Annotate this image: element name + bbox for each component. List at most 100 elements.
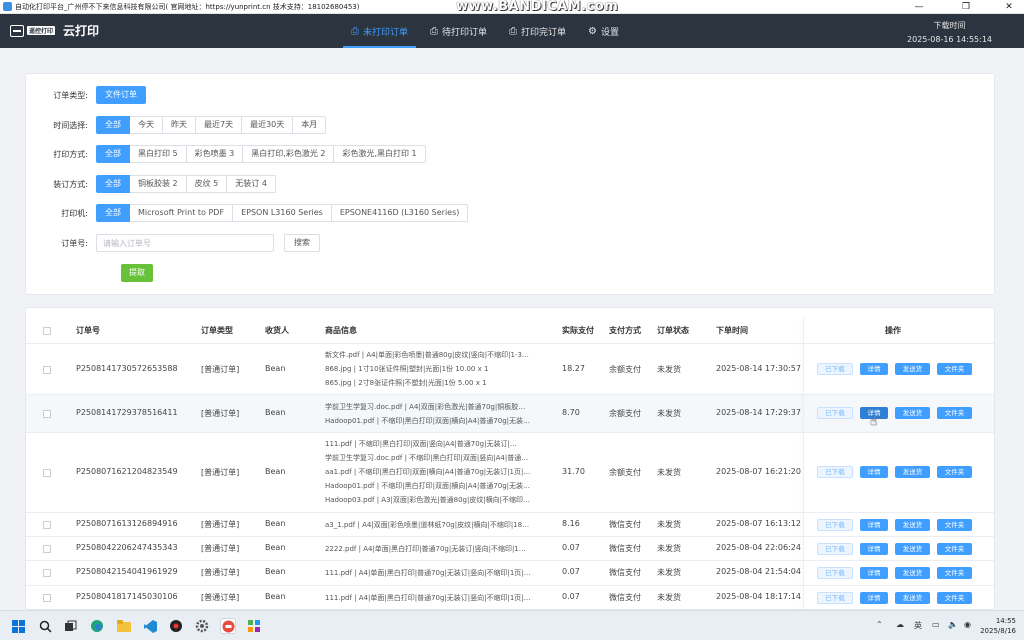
speaker-icon[interactable]: 🔈 (948, 620, 958, 629)
ship-button[interactable]: 发送货 (895, 519, 930, 531)
printer-microsoft-pdf[interactable]: Microsoft Print to PDF (130, 204, 234, 222)
order-type-file-order[interactable]: 文件订单 (96, 86, 146, 104)
ime-indicator[interactable]: 英 (914, 620, 922, 631)
detail-button[interactable]: 详情 (860, 543, 888, 555)
ship-button[interactable]: 发送货 (895, 466, 930, 478)
downloaded-button[interactable]: 已下载 (817, 407, 853, 419)
printer-epsone4116d[interactable]: EPSONE4116D (L3160 Series) (331, 204, 469, 222)
yunprint-app-icon[interactable] (220, 618, 236, 634)
header-actions: 操作 (885, 326, 901, 335)
product-line: 868.jpg | 1寸10张证件照|塑封|光面|1份 10.00 x 1 (325, 365, 489, 373)
battery-icon[interactable]: ▭ (932, 620, 940, 629)
ship-button[interactable]: 发送货 (895, 567, 930, 579)
edge-browser-icon[interactable] (89, 618, 105, 634)
ship-button[interactable]: 发送货 (895, 407, 930, 419)
vscode-icon[interactable] (142, 618, 158, 634)
order-type: [普通订单] (201, 468, 240, 477)
downloaded-button[interactable]: 已下载 (817, 466, 853, 478)
row-checkbox[interactable] (43, 366, 51, 374)
time-option-30days[interactable]: 最近30天 (242, 116, 294, 134)
order-status: 未发货 (657, 544, 681, 553)
detail-button[interactable]: 详情 (860, 519, 888, 531)
binding-none[interactable]: 无装订 4 (227, 175, 276, 193)
order-status: 未发货 (657, 520, 681, 529)
detail-button[interactable]: 详情 (860, 363, 888, 375)
table-row: P2508071613126894916 [普通订单] Bean a3_1.pd… (26, 513, 994, 537)
product-info: 111.pdf | A4|单面|黑白打印|普通70g|无装订|竖向|不缩印|1页… (325, 591, 549, 605)
header-pay-method: 支付方式 (609, 326, 641, 335)
row-checkbox[interactable] (43, 410, 51, 418)
time-option-today[interactable]: 今天 (130, 116, 163, 134)
search-icon[interactable] (37, 618, 53, 634)
tray-chevron-icon[interactable]: ⌃ (876, 620, 883, 629)
extract-button[interactable]: 提取 (121, 264, 153, 282)
row-checkbox[interactable] (43, 545, 51, 553)
taskbar-clock[interactable]: 14:55 2025/8/16 (980, 616, 1016, 636)
time-option-all[interactable]: 全部 (96, 116, 130, 134)
row-actions: 已下载 详情 发送货 文件夹 (817, 543, 979, 555)
clock-date: 2025/8/16 (980, 627, 1016, 635)
bandicam-icon[interactable] (168, 618, 184, 634)
binding-leather[interactable]: 皮纹 5 (186, 175, 228, 193)
row-checkbox[interactable] (43, 594, 51, 602)
downloaded-button[interactable]: 已下载 (817, 363, 853, 375)
order-number-input[interactable] (96, 234, 274, 252)
windows-start-icon[interactable] (10, 618, 26, 634)
minimize-button[interactable]: — (904, 0, 934, 14)
restore-button[interactable]: ❐ (951, 0, 981, 14)
tab-printed-orders[interactable]: ⎙ 打印完订单 (501, 14, 574, 48)
binding-all[interactable]: 全部 (96, 175, 130, 193)
file-explorer-icon[interactable] (116, 618, 132, 634)
detail-button[interactable]: 详情 (860, 567, 888, 579)
app-icon[interactable] (246, 618, 262, 634)
printer-epson-l3160[interactable]: EPSON L3160 Series (233, 204, 332, 222)
cloud-icon[interactable]: ☁ (896, 620, 904, 629)
ship-button[interactable]: 发送货 (895, 363, 930, 375)
ship-button[interactable]: 发送货 (895, 592, 930, 604)
tab-label: 未打印订单 (363, 27, 409, 38)
select-all-checkbox[interactable] (43, 327, 51, 335)
order-type: [普通订单] (201, 365, 240, 374)
close-button[interactable]: ✕ (994, 0, 1024, 14)
search-button[interactable]: 搜索 (284, 234, 320, 252)
downloaded-button[interactable]: 已下载 (817, 567, 853, 579)
downloaded-button[interactable]: 已下载 (817, 592, 853, 604)
product-line: Hadoop01.pdf | 不缩印|黑白打印|双面|横向|A4|普通70g|无… (325, 482, 531, 490)
time-option-yesterday[interactable]: 昨天 (163, 116, 196, 134)
detail-button[interactable]: 详情 (860, 466, 888, 478)
row-checkbox[interactable] (43, 469, 51, 477)
tab-settings[interactable]: ⚙ 设置 (580, 14, 627, 48)
settings-icon[interactable] (194, 618, 210, 634)
paid-amount: 18.27 (562, 364, 585, 373)
folder-button[interactable]: 文件夹 (937, 567, 972, 579)
folder-button[interactable]: 文件夹 (937, 466, 972, 478)
downloaded-button[interactable]: 已下载 (817, 519, 853, 531)
time-option-month[interactable]: 本月 (293, 116, 327, 134)
row-checkbox[interactable] (43, 521, 51, 529)
tab-pending-print-orders[interactable]: ⎙ 待打印订单 (422, 14, 495, 48)
task-view-icon[interactable] (62, 618, 78, 634)
folder-button[interactable]: 文件夹 (937, 592, 972, 604)
folder-button[interactable]: 文件夹 (937, 363, 972, 375)
binding-copper-glue[interactable]: 铜板胶装 2 (130, 175, 187, 193)
print-mode-bw[interactable]: 黑白打印 5 (130, 145, 187, 163)
print-mode-color-laser-bw[interactable]: 彩色激光,黑白打印 1 (334, 145, 426, 163)
network-icon[interactable]: ◉ (964, 620, 971, 629)
download-time: 下载时间 2025-08-16 14:55:14 (907, 19, 992, 47)
folder-button[interactable]: 文件夹 (937, 543, 972, 555)
folder-button[interactable]: 文件夹 (937, 519, 972, 531)
print-mode-color-inkjet[interactable]: 彩色喷墨 3 (186, 145, 244, 163)
print-mode-all[interactable]: 全部 (96, 145, 130, 163)
tab-unprinted-orders[interactable]: ⎙ 未打印订单 (343, 14, 417, 48)
detail-button[interactable]: 详情 (860, 592, 888, 604)
ship-button[interactable]: 发送货 (895, 543, 930, 555)
header-order-no: 订单号 (76, 326, 100, 335)
paid-amount: 0.07 (562, 543, 580, 552)
downloaded-button[interactable]: 已下载 (817, 543, 853, 555)
folder-button[interactable]: 文件夹 (937, 407, 972, 419)
print-mode-bw-color-laser[interactable]: 黑白打印,彩色激光 2 (243, 145, 335, 163)
row-actions: 已下载 详情 发送货 文件夹 (817, 363, 979, 375)
time-option-7days[interactable]: 最近7天 (196, 116, 243, 134)
printer-all[interactable]: 全部 (96, 204, 130, 222)
row-checkbox[interactable] (43, 569, 51, 577)
